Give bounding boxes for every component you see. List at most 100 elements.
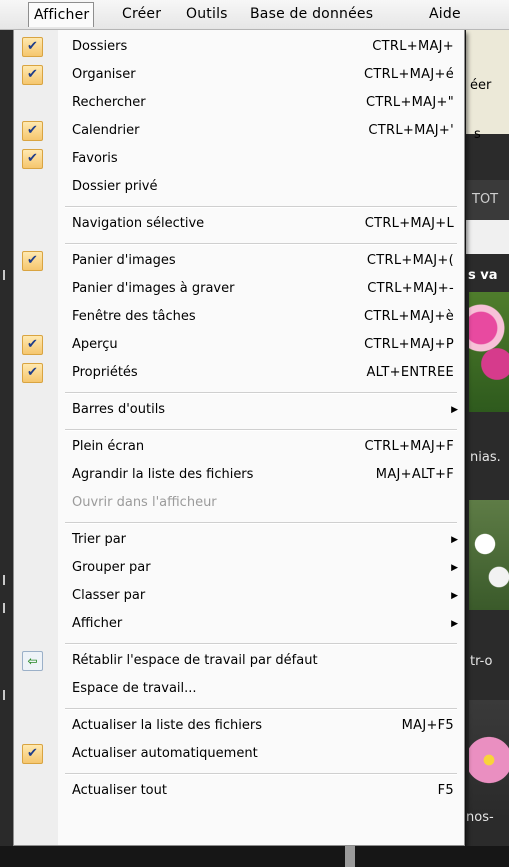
menu-item-label: Agrandir la liste des fichiers (72, 467, 254, 482)
menu-item-navigation-selective[interactable]: Navigation sélective CTRL+MAJ+L (14, 210, 464, 238)
menu-item-label: Grouper par (72, 560, 151, 575)
menu-item-panier-images[interactable]: ✔ Panier d'images CTRL+MAJ+( (14, 247, 464, 275)
checkmark-icon: ✔ (22, 121, 43, 141)
background-photo (469, 500, 509, 610)
menu-item-label: Trier par (72, 532, 127, 547)
menu-item-label: Classer par (72, 588, 146, 603)
menu-creer[interactable]: Créer (122, 6, 161, 22)
menu-item-actualiser-auto[interactable]: ✔ Actualiser automatiquement (14, 740, 464, 768)
background-photo (469, 292, 509, 412)
menu-item-label: Organiser (72, 67, 136, 82)
menu-item-shortcut: MAJ+ALT+F (375, 467, 454, 482)
menu-item-ouvrir-afficheur: Ouvrir dans l'afficheur (14, 489, 464, 517)
menu-item-label: Barres d'outils (72, 402, 166, 417)
background-marker (3, 603, 5, 613)
menu-separator (65, 206, 457, 208)
background-text: s (474, 127, 481, 142)
menu-item-label: Navigation sélective (72, 216, 205, 231)
checkmark-icon: ✔ (22, 363, 43, 383)
menu-item-label: Propriétés (72, 365, 138, 380)
menu-item-label: Actualiser la liste des fichiers (72, 718, 262, 733)
menu-item-calendrier[interactable]: ✔ Calendrier CTRL+MAJ+' (14, 117, 464, 145)
menu-item-shortcut: CTRL+MAJ+F (364, 439, 454, 454)
background-window: éer s TOT s va nias. tr-o nos- (466, 30, 509, 867)
menu-separator (65, 708, 457, 710)
background-text: éer (470, 78, 492, 93)
background-marker (3, 690, 5, 700)
menu-item-label: Calendrier (72, 123, 140, 138)
menu-item-label: Espace de travail... (72, 681, 197, 696)
submenu-arrow-icon: ▶ (451, 535, 458, 545)
menu-item-label: Fenêtre des tâches (72, 309, 196, 324)
submenu-arrow-icon: ▶ (451, 405, 458, 415)
menu-separator (65, 522, 457, 524)
menu-item-label: Actualiser automatiquement (72, 746, 258, 761)
checkmark-icon: ✔ (22, 65, 43, 85)
menu-item-shortcut: ALT+ENTREE (366, 365, 454, 380)
background-text: nias. (470, 450, 501, 465)
background-scrollbar[interactable] (345, 846, 355, 867)
afficher-dropdown-menu: ✔ Dossiers CTRL+MAJ+ ✔ Organiser CTRL+MA… (13, 30, 465, 846)
menu-item-shortcut: F5 (437, 783, 454, 798)
menu-item-rechercher[interactable]: Rechercher CTRL+MAJ+" (14, 89, 464, 117)
menu-item-shortcut: CTRL+MAJ+" (365, 95, 454, 110)
menu-item-trier-par[interactable]: Trier par ▶ (14, 526, 464, 554)
menu-item-proprietes[interactable]: ✔ Propriétés ALT+ENTREE (14, 359, 464, 387)
menu-item-label: Rétablir l'espace de travail par défaut (72, 653, 318, 668)
background-photo (469, 700, 509, 820)
menu-item-shortcut: CTRL+MAJ+P (364, 337, 454, 352)
menu-aide[interactable]: Aide (429, 6, 461, 22)
menu-item-fenetre-taches[interactable]: Fenêtre des tâches CTRL+MAJ+è (14, 303, 464, 331)
submenu-arrow-icon: ▶ (451, 591, 458, 601)
menu-item-label: Actualiser tout (72, 783, 167, 798)
menu-separator (65, 429, 457, 431)
menu-separator (65, 243, 457, 245)
menu-item-favoris[interactable]: ✔ Favoris (14, 145, 464, 173)
menu-item-label: Panier d'images (72, 253, 176, 268)
checkmark-icon: ✔ (22, 744, 43, 764)
submenu-arrow-icon: ▶ (451, 619, 458, 629)
menu-item-shortcut: CTRL+MAJ+è (363, 309, 454, 324)
menu-item-shortcut: CTRL+MAJ+ (372, 39, 454, 54)
menu-outils[interactable]: Outils (186, 6, 228, 22)
menu-afficher[interactable]: Afficher (28, 2, 95, 27)
menu-item-agrandir-liste[interactable]: Agrandir la liste des fichiers MAJ+ALT+F (14, 461, 464, 489)
background-text: TOT (472, 192, 499, 207)
submenu-arrow-icon: ▶ (451, 563, 458, 573)
menu-item-label: Rechercher (72, 95, 146, 110)
background-left-strip (0, 30, 14, 867)
background-bottom-strip (0, 846, 509, 867)
menu-item-actualiser-liste[interactable]: Actualiser la liste des fichiers MAJ+F5 (14, 712, 464, 740)
menu-item-label: Dossiers (72, 39, 128, 54)
background-text: nos- (466, 810, 494, 825)
menu-item-grouper-par[interactable]: Grouper par ▶ (14, 554, 464, 582)
menu-item-shortcut: CTRL+MAJ+é (363, 67, 454, 82)
menu-item-shortcut: MAJ+F5 (401, 718, 454, 733)
menu-item-afficher-sub[interactable]: Afficher ▶ (14, 610, 464, 638)
menu-item-actualiser-tout[interactable]: Actualiser tout F5 (14, 777, 464, 805)
background-marker (3, 270, 5, 280)
checkmark-icon: ✔ (22, 335, 43, 355)
menu-item-shortcut: CTRL+MAJ+' (368, 123, 454, 138)
menu-item-dossier-prive[interactable]: Dossier privé (14, 173, 464, 201)
menu-item-label: Afficher (72, 616, 123, 631)
menu-separator (65, 643, 457, 645)
menu-item-label: Dossier privé (72, 179, 158, 194)
menu-base-de-donnees[interactable]: Base de données (250, 6, 373, 22)
menu-item-classer-par[interactable]: Classer par ▶ (14, 582, 464, 610)
menu-item-panier-images-graver[interactable]: Panier d'images à graver CTRL+MAJ+- (14, 275, 464, 303)
menu-item-shortcut: CTRL+MAJ+( (366, 253, 454, 268)
menu-item-apercu[interactable]: ✔ Aperçu CTRL+MAJ+P (14, 331, 464, 359)
menu-item-espace-travail[interactable]: Espace de travail... (14, 675, 464, 703)
menu-item-retablir-espace[interactable]: ⇦ Rétablir l'espace de travail par défau… (14, 647, 464, 675)
menu-item-shortcut: CTRL+MAJ+- (367, 281, 454, 296)
menu-separator (65, 773, 457, 775)
menu-item-plein-ecran[interactable]: Plein écran CTRL+MAJ+F (14, 433, 464, 461)
workspace-reset-icon: ⇦ (22, 651, 43, 671)
checkmark-icon: ✔ (22, 251, 43, 271)
menu-item-organiser[interactable]: ✔ Organiser CTRL+MAJ+é (14, 61, 464, 89)
background-toolbar (466, 220, 509, 254)
menu-item-shortcut: CTRL+MAJ+L (364, 216, 454, 231)
menu-item-dossiers[interactable]: ✔ Dossiers CTRL+MAJ+ (14, 33, 464, 61)
menu-item-barres-outils[interactable]: Barres d'outils ▶ (14, 396, 464, 424)
